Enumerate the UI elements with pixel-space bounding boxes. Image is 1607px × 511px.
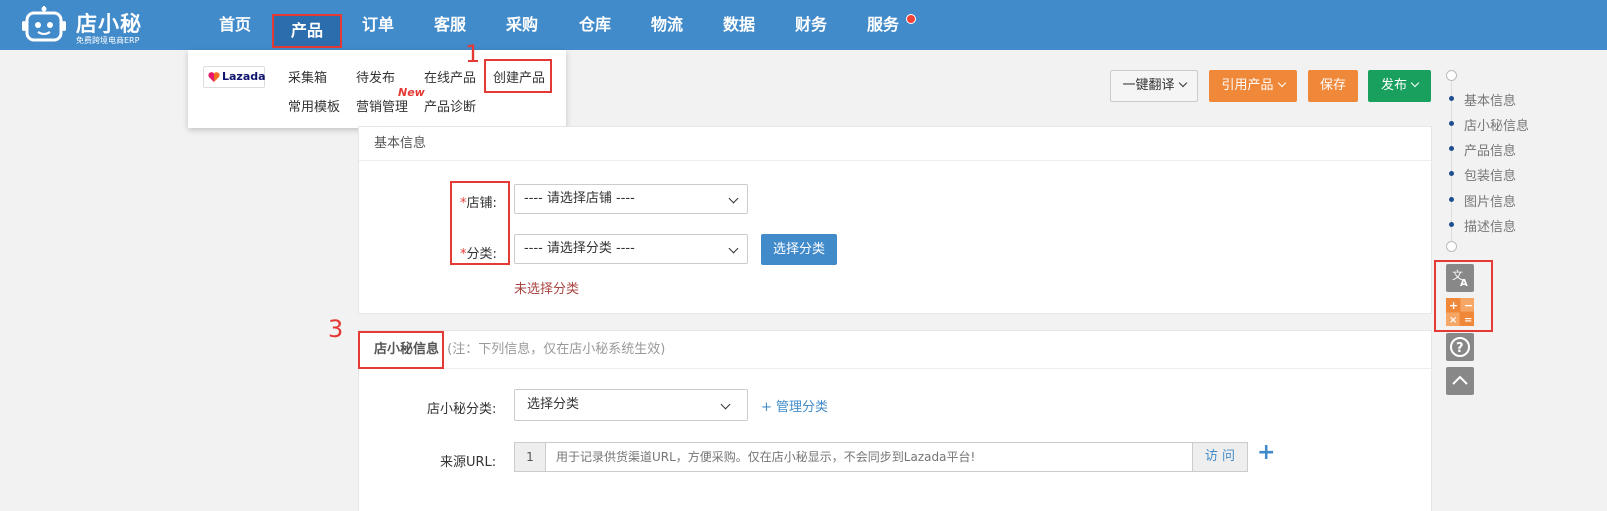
publish-button[interactable]: 发布	[1368, 70, 1431, 102]
dxm-info-title: 店小秘信息	[374, 342, 440, 357]
menu-item-online-products[interactable]: 在线产品	[424, 67, 476, 86]
nav-item-purchase[interactable]: 采购	[497, 0, 547, 50]
help-button[interactable]: ?	[1446, 333, 1474, 361]
calculator-icon: + − × =	[1446, 298, 1474, 326]
help-icon: ?	[1450, 337, 1470, 357]
side-nav-dot	[1449, 121, 1454, 126]
manage-category-link[interactable]: + 管理分类	[761, 396, 828, 415]
top-nav-bar: 店小秘 免费跨境电商ERP 首页 产品 订单 客服 采购 仓库 物流 数据 财务…	[0, 0, 1607, 50]
add-url-button[interactable]: +	[1257, 440, 1275, 465]
menu-item-product-diagnosis[interactable]: 产品诊断	[424, 96, 476, 115]
nav-item-orders[interactable]: 订单	[353, 0, 403, 50]
brand-name: 店小秘	[76, 12, 142, 36]
svg-text:A: A	[1460, 278, 1468, 289]
nav-item-data[interactable]: 数据	[714, 0, 764, 50]
svg-text:?: ?	[1456, 341, 1464, 356]
svg-text:+: +	[1449, 299, 1458, 312]
translate-button[interactable]: 一键翻译	[1110, 70, 1198, 102]
annotation-1: 1	[465, 40, 481, 68]
robot-logo-icon	[22, 6, 66, 42]
side-nav-dot	[1449, 171, 1454, 176]
chevron-down-icon	[720, 399, 731, 410]
chevron-down-icon	[1178, 78, 1187, 88]
side-nav-start-circle	[1446, 70, 1457, 81]
new-badge: New	[398, 86, 425, 99]
category-label-text: 分类:	[466, 247, 497, 262]
choose-category-button[interactable]: 选择分类	[761, 234, 837, 265]
side-nav-dot	[1449, 197, 1454, 202]
publish-button-label: 发布	[1380, 78, 1407, 93]
side-nav-end-circle	[1446, 241, 1457, 252]
source-url-label: 来源URL:	[440, 455, 497, 470]
side-nav-product-info[interactable]: 产品信息	[1464, 140, 1516, 159]
svg-text:=: =	[1464, 315, 1472, 326]
side-nav-dot	[1449, 222, 1454, 227]
menu-item-pending-publish[interactable]: 待发布	[356, 67, 395, 86]
chevron-down-icon	[728, 243, 739, 254]
category-select-value: ---- 请选择分类 ----	[524, 241, 635, 256]
products-dropdown-menu: Lazada 采集箱 待发布 在线产品 创建产品 常用模板 营销管理 New 产…	[188, 50, 566, 128]
category-error: 未选择分类	[514, 282, 580, 297]
chevron-down-icon	[1277, 78, 1286, 88]
side-nav-dot	[1449, 146, 1454, 151]
dxm-info-note: (注：下列信息，仅在店小秘系统生效)	[447, 342, 666, 357]
lazada-heart-icon	[208, 72, 220, 82]
store-label: *店铺:	[460, 192, 497, 211]
svg-text:−: −	[1464, 299, 1473, 312]
chevron-up-icon	[1452, 375, 1468, 385]
side-nav-dxm-info[interactable]: 店小秘信息	[1464, 115, 1529, 134]
store-select[interactable]: ---- 请选择店铺 ----	[514, 184, 748, 214]
svg-text:×: ×	[1449, 315, 1457, 326]
category-label: *分类:	[460, 243, 497, 262]
lazada-platform-logo[interactable]: Lazada	[203, 66, 266, 88]
quote-product-label: 引用产品	[1221, 78, 1274, 93]
dxm-category-label: 店小秘分类:	[427, 402, 497, 417]
nav-item-products[interactable]: 产品	[272, 14, 342, 48]
translate-button-label: 一键翻译	[1122, 78, 1175, 93]
side-nav-description-info[interactable]: 描述信息	[1464, 216, 1516, 235]
notification-dot	[906, 14, 916, 24]
chevron-down-icon	[1410, 78, 1420, 88]
nav-item-logistics[interactable]: 物流	[642, 0, 692, 50]
basic-info-title: 基本信息	[359, 127, 1431, 161]
dxm-category-value: 选择分类	[527, 397, 580, 412]
brand-tagline: 免费跨境电商ERP	[76, 36, 140, 45]
store-label-text: 店铺:	[466, 196, 497, 211]
nav-item-home[interactable]: 首页	[210, 0, 260, 50]
quote-product-button[interactable]: 引用产品	[1209, 70, 1297, 102]
side-nav-package-info[interactable]: 包装信息	[1464, 165, 1516, 184]
side-nav-dot	[1449, 96, 1454, 101]
side-nav-basic-info[interactable]: 基本信息	[1464, 90, 1516, 109]
annotation-3: 3	[328, 315, 344, 343]
visit-url-button[interactable]: 访 问	[1192, 443, 1247, 471]
menu-item-create-product[interactable]: 创建产品	[493, 67, 545, 86]
store-select-value: ---- 请选择店铺 ----	[524, 191, 635, 206]
side-nav-line	[1451, 80, 1452, 245]
save-button[interactable]: 保存	[1308, 70, 1358, 102]
source-url-input[interactable]	[546, 443, 1192, 471]
back-to-top-button[interactable]	[1446, 367, 1474, 395]
nav-item-services[interactable]: 服务	[858, 0, 908, 50]
brand-logo[interactable]: 店小秘 免费跨境电商ERP	[22, 4, 152, 46]
nav-item-finance[interactable]: 财务	[786, 0, 836, 50]
translate-tool-button[interactable]: 文 A	[1446, 264, 1474, 292]
menu-item-collection-box[interactable]: 采集箱	[288, 67, 327, 86]
dxm-category-select[interactable]: 选择分类	[514, 389, 748, 421]
menu-item-templates[interactable]: 常用模板	[288, 96, 340, 115]
lazada-logo-text: Lazada	[222, 70, 266, 83]
dxm-info-header: 店小秘信息 (注：下列信息，仅在店小秘系统生效)	[359, 331, 1431, 369]
nav-item-warehouse[interactable]: 仓库	[570, 0, 620, 50]
translate-icon: 文 A	[1452, 268, 1468, 289]
side-nav-image-info[interactable]: 图片信息	[1464, 191, 1516, 210]
calculator-tool-button[interactable]: + − × =	[1446, 298, 1474, 326]
source-url-index: 1	[515, 443, 546, 471]
chevron-down-icon	[728, 193, 739, 204]
category-select[interactable]: ---- 请选择分类 ----	[514, 234, 748, 264]
source-url-group: 1 访 问	[514, 442, 1248, 472]
